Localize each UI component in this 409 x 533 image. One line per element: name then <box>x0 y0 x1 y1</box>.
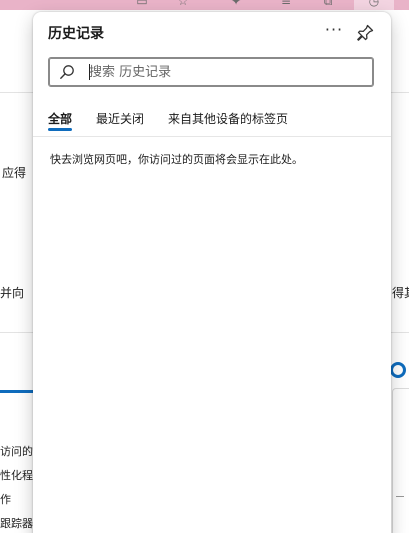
bg-toggle-circle <box>390 362 406 378</box>
text-caret <box>89 64 90 80</box>
bg-text-fragment: 性化程 <box>0 469 33 482</box>
tab-recently-closed[interactable]: 最近关闭 <box>96 110 144 127</box>
bg-text-fragment: 跟踪器 <box>0 517 33 530</box>
collections-icon[interactable]: ▭ <box>134 0 150 8</box>
history-title: 历史记录 <box>48 26 104 42</box>
search-box[interactable] <box>48 57 374 87</box>
history-clock-icon: ◷ <box>368 0 380 8</box>
bg-text-fragment: 并向 <box>0 286 25 300</box>
tab-all[interactable]: 全部 <box>48 110 72 127</box>
empty-history-message: 快去浏览网页吧，你访问过的页面将会显示在此处。 <box>50 153 303 166</box>
search-icon <box>60 65 74 79</box>
browser-toolbar: ▭ ☆ ✦ ≡ ⧉ ◷ <box>0 0 409 10</box>
extensions-icon[interactable]: ✦ <box>228 0 244 8</box>
favorites-star-icon[interactable]: ☆ <box>175 0 191 8</box>
history-flyout: 历史记录 ··· 全部 最近关闭 来自其他设备的标签页 快去浏览网页吧，你访问过… <box>33 12 391 533</box>
bg-card <box>392 388 409 533</box>
history-toolbar-button[interactable]: ◷ <box>354 0 394 10</box>
more-options-button[interactable]: ··· <box>321 20 347 44</box>
pin-icon <box>357 24 374 41</box>
tabs-divider <box>33 136 391 137</box>
bg-dash <box>396 496 404 497</box>
bg-text-fragment: 得其 <box>392 286 409 300</box>
bg-text-fragment: 访问的 <box>0 445 33 458</box>
tab-other-devices[interactable]: 来自其他设备的标签页 <box>168 110 288 127</box>
active-tab-indicator <box>48 128 72 131</box>
bg-text-fragment: 作 <box>0 493 11 506</box>
search-input[interactable] <box>89 62 359 82</box>
bg-text-fragment: 应得 <box>2 166 27 180</box>
favorites-list-icon[interactable]: ≡ <box>278 0 294 8</box>
collections-add-icon[interactable]: ⧉ <box>320 0 336 8</box>
pin-button[interactable] <box>353 21 377 45</box>
